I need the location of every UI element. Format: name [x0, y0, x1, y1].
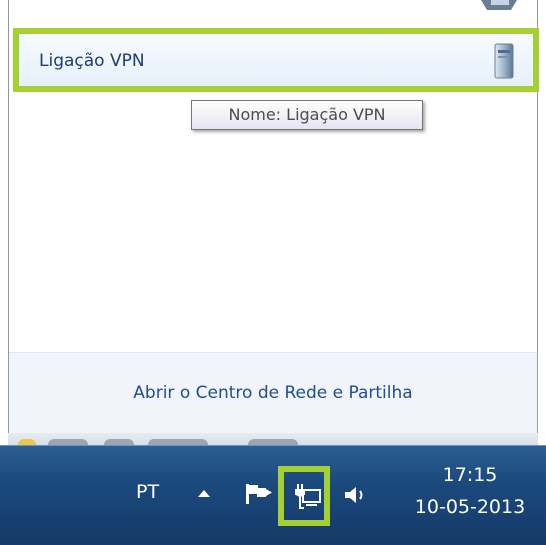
open-network-sharing-center-link[interactable]: Abrir o Centro de Rede e Partilha: [9, 383, 537, 403]
taskbar: PT 17:15 10-05-2013: [0, 445, 546, 545]
volume-icon[interactable]: [342, 484, 370, 506]
vpn-connection-icon: [494, 43, 514, 79]
flyout-footer: Abrir o Centro de Rede e Partilha: [9, 353, 537, 433]
connection-tooltip: Nome: Ligação VPN: [191, 100, 423, 130]
network-icon: [295, 484, 321, 509]
language-indicator[interactable]: PT: [136, 481, 159, 503]
network-item-icon: [481, 0, 517, 10]
vpn-connection-item[interactable]: Ligação VPN: [13, 28, 539, 92]
show-hidden-icons-icon[interactable]: [198, 490, 210, 497]
vpn-connection-name: Ligação VPN: [39, 51, 145, 71]
clock-time[interactable]: 17:15: [418, 464, 522, 486]
network-tray-highlight[interactable]: [278, 466, 330, 526]
network-flyout: Ligação VPN Nome: Ligação VPN Abrir o Ce…: [8, 0, 539, 433]
action-center-flag-icon[interactable]: [244, 482, 274, 506]
clock-date[interactable]: 10-05-2013: [404, 496, 536, 518]
